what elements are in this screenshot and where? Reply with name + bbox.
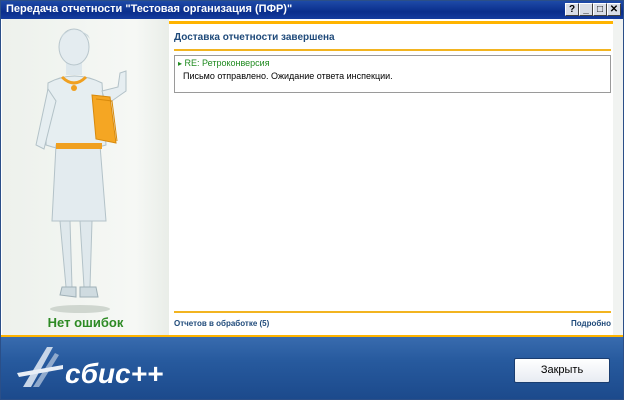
close-button[interactable]: Закрыть: [514, 358, 610, 383]
right-edge: [613, 19, 623, 335]
illustration-panel: Нет ошибок: [2, 19, 169, 335]
header-accent-line: [169, 21, 613, 24]
maximize-button[interactable]: □: [593, 3, 607, 16]
dialog-window: Передача отчетности "Тестовая организаци…: [0, 0, 624, 400]
page-title: Доставка отчетности завершена: [174, 32, 335, 43]
message-subject: RE: Ретроконверсия: [184, 58, 270, 68]
expand-arrow-icon[interactable]: ▸: [178, 59, 182, 68]
no-errors-label: Нет ошибок: [47, 315, 124, 330]
bottom-accent-line: [1, 335, 623, 337]
message-subject-row[interactable]: ▸ RE: Ретроконверсия: [178, 58, 270, 68]
sbis-logo: сбис++: [17, 347, 163, 389]
heading-divider: [174, 49, 611, 51]
woman-illustration: [35, 28, 127, 313]
logo-text: сбис++: [65, 358, 163, 389]
close-window-button[interactable]: ✕: [607, 3, 621, 16]
details-link[interactable]: Подробно: [571, 319, 611, 328]
title-bar[interactable]: Передача отчетности "Тестовая организаци…: [1, 1, 623, 19]
footer-divider: [174, 311, 611, 313]
message-text: Письмо отправлено. Ожидание ответа инспе…: [183, 71, 393, 81]
minimize-button[interactable]: _: [579, 3, 593, 16]
message-list[interactable]: ▸ RE: Ретроконверсия Письмо отправлено. …: [174, 55, 611, 93]
window-title: Передача отчетности "Тестовая организаци…: [6, 3, 293, 15]
help-button[interactable]: ?: [565, 3, 579, 16]
reports-in-processing-link[interactable]: Отчетов в обработке (5): [174, 319, 269, 328]
